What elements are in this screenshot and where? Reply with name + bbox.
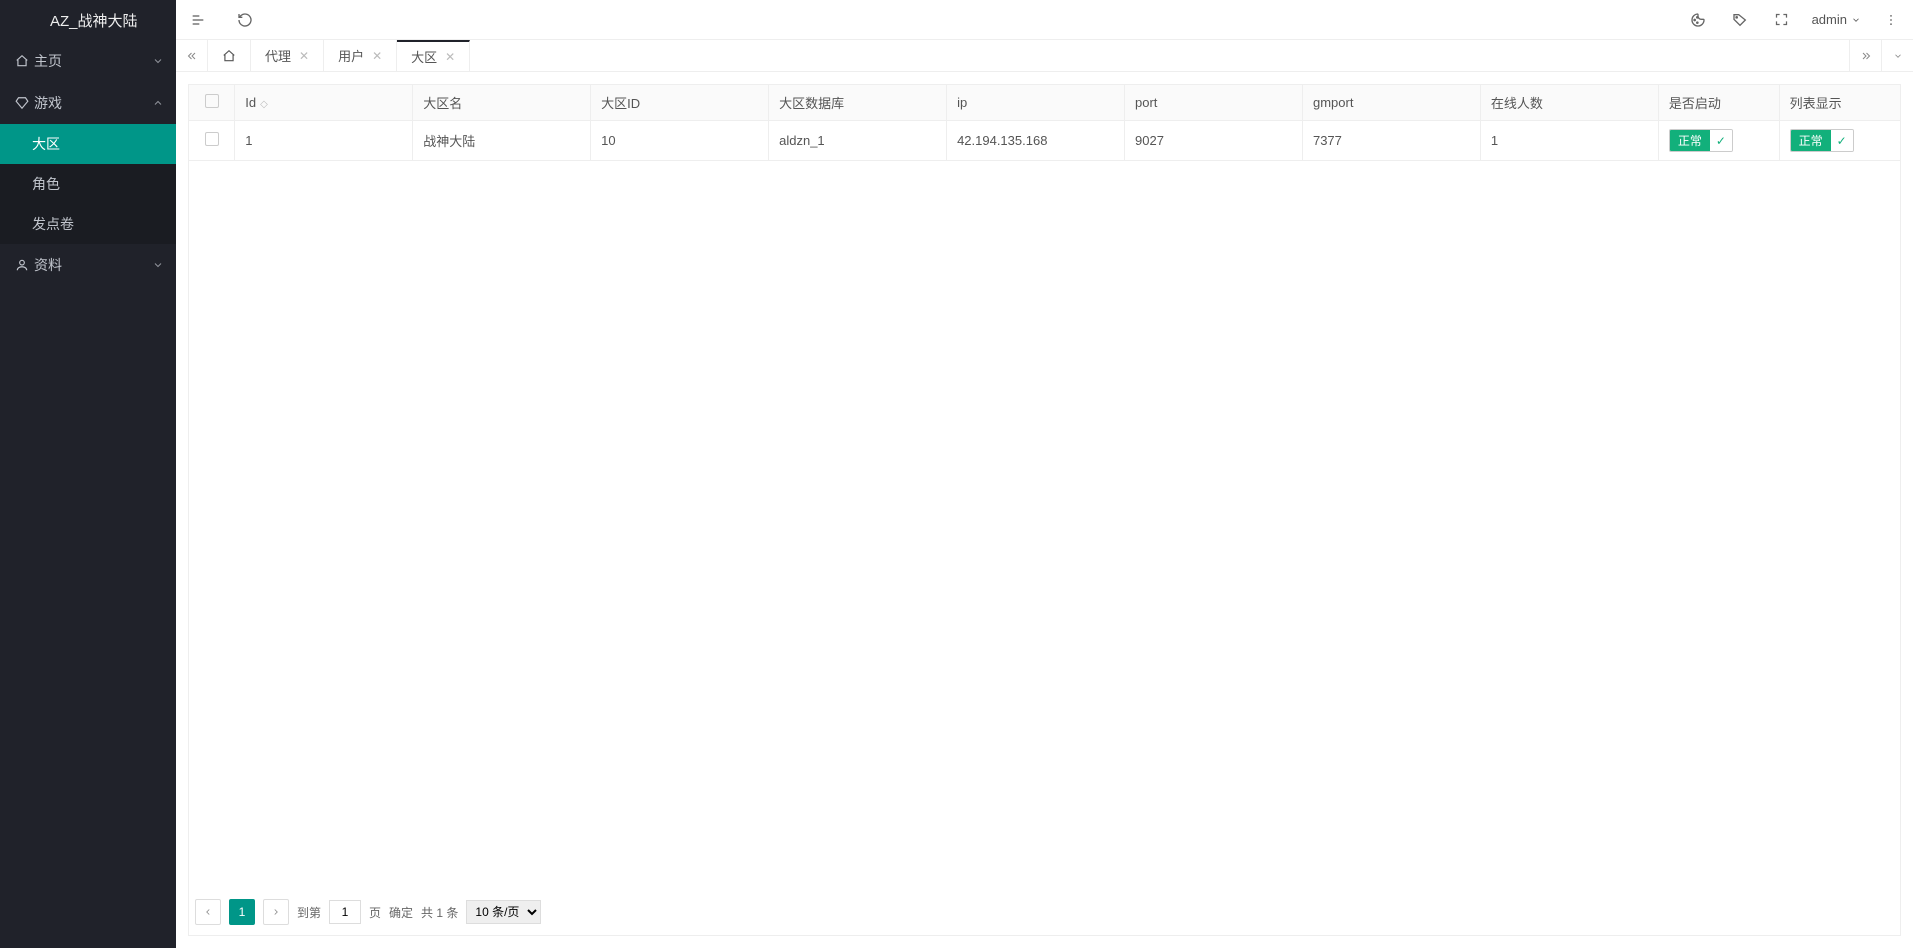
tabbar: 代理 ✕ 用户 ✕ 大区 ✕ [176,40,1913,72]
tab-home[interactable] [208,40,251,71]
sidebar-item-game[interactable]: 游戏 [0,82,176,124]
close-icon[interactable]: ✕ [445,50,455,64]
tab-user[interactable]: 用户 ✕ [324,40,397,71]
page-number[interactable]: 1 [229,899,255,925]
col-online: 在线人数 [1480,85,1658,121]
page-confirm[interactable]: 确定 [389,904,413,921]
cell-name: 战神大陆 [413,121,591,161]
user-icon [12,258,32,272]
col-status: 是否启动 [1658,85,1779,121]
theme-icon[interactable] [1686,8,1710,32]
check-icon: ✓ [1710,130,1732,151]
cell-ip: 42.194.135.168 [947,121,1125,161]
menu-toggle-icon[interactable] [186,8,210,32]
chevron-up-icon [152,97,164,109]
tab-label: 用户 [338,46,364,65]
sidebar-item-role[interactable]: 角色 [0,164,176,204]
sort-icon[interactable]: ◇ [260,99,268,110]
pager-total: 共 1 条 [421,904,458,921]
tag-icon[interactable] [1728,8,1752,32]
sidebar-item-points[interactable]: 发点卷 [0,204,176,244]
main-panel: admin 代理 ✕ 用户 ✕ 大区 [176,0,1913,948]
chevron-down-icon [1851,15,1861,25]
sidebar-item-zone[interactable]: 大区 [0,124,176,164]
cell-gmport: 7377 [1302,121,1480,161]
select-all-checkbox[interactable] [205,94,219,108]
sidebar-item-profile[interactable]: 资料 [0,244,176,286]
col-db: 大区数据库 [769,85,947,121]
listshow-toggle[interactable]: 正常 ✓ [1790,129,1854,152]
page-prev[interactable] [195,899,221,925]
fullscreen-icon[interactable] [1770,8,1794,32]
col-zoneid: 大区ID [591,85,769,121]
more-icon[interactable] [1879,8,1903,32]
page-next[interactable] [263,899,289,925]
cell-id: 1 [235,121,413,161]
col-gmport: gmport [1302,85,1480,121]
home-icon [222,49,236,63]
col-name: 大区名 [413,85,591,121]
tabs-menu[interactable] [1881,40,1913,71]
chevron-down-icon [152,259,164,271]
content-area: Id ◇ 大区名 大区ID 大区数据库 ip port gmport 在线人数 是… [176,72,1913,948]
topbar: admin [176,0,1913,40]
tab-label: 代理 [265,46,291,65]
page-input[interactable] [329,900,361,924]
pager-goto-prefix: 到第 [297,904,321,921]
cell-zoneid: 10 [591,121,769,161]
page-size-select[interactable]: 10 条/页 [466,900,541,924]
table-row[interactable]: 1 战神大陆 10 aldzn_1 42.194.135.168 9027 73… [189,121,1900,161]
tabs-scroll-left[interactable] [176,40,208,71]
pager-goto-suffix: 页 [369,904,381,921]
sidebar-submenu-game: 大区 角色 发点卷 [0,124,176,244]
col-port: port [1125,85,1303,121]
sidebar: AZ_战神大陆 主页 游戏 大区 角色 发点卷 资料 [0,0,176,948]
diamond-icon [12,96,32,110]
zone-table: Id ◇ 大区名 大区ID 大区数据库 ip port gmport 在线人数 是… [188,84,1901,936]
check-icon: ✓ [1831,130,1853,151]
listshow-badge: 正常 [1791,130,1831,151]
home-icon [12,54,32,68]
chevron-down-icon [152,55,164,67]
tabs-scroll-right[interactable] [1849,40,1881,71]
col-ip: ip [947,85,1125,121]
sidebar-item-label: 资料 [34,255,62,275]
tab-agent[interactable]: 代理 ✕ [251,40,324,71]
sidebar-item-label: 游戏 [34,93,62,113]
status-toggle[interactable]: 正常 ✓ [1669,129,1733,152]
cell-port: 9027 [1125,121,1303,161]
tab-zone[interactable]: 大区 ✕ [397,40,470,71]
refresh-icon[interactable] [228,8,262,32]
status-badge: 正常 [1670,130,1710,151]
col-id[interactable]: Id [245,95,256,110]
cell-online: 1 [1480,121,1658,161]
brand-title: AZ_战神大陆 [0,0,176,40]
close-icon[interactable]: ✕ [372,49,382,63]
col-listshow: 列表显示 [1779,85,1900,121]
sidebar-item-home[interactable]: 主页 [0,40,176,82]
row-checkbox[interactable] [205,132,219,146]
sidebar-item-label: 主页 [34,51,62,71]
table-header-row: Id ◇ 大区名 大区ID 大区数据库 ip port gmport 在线人数 是… [189,85,1900,121]
close-icon[interactable]: ✕ [299,49,309,63]
cell-db: aldzn_1 [769,121,947,161]
tab-label: 大区 [411,47,437,66]
pagination: 1 到第 页 确定 共 1 条 10 条/页 [189,889,1900,935]
user-name: admin [1812,12,1847,27]
user-menu[interactable]: admin [1812,12,1861,27]
